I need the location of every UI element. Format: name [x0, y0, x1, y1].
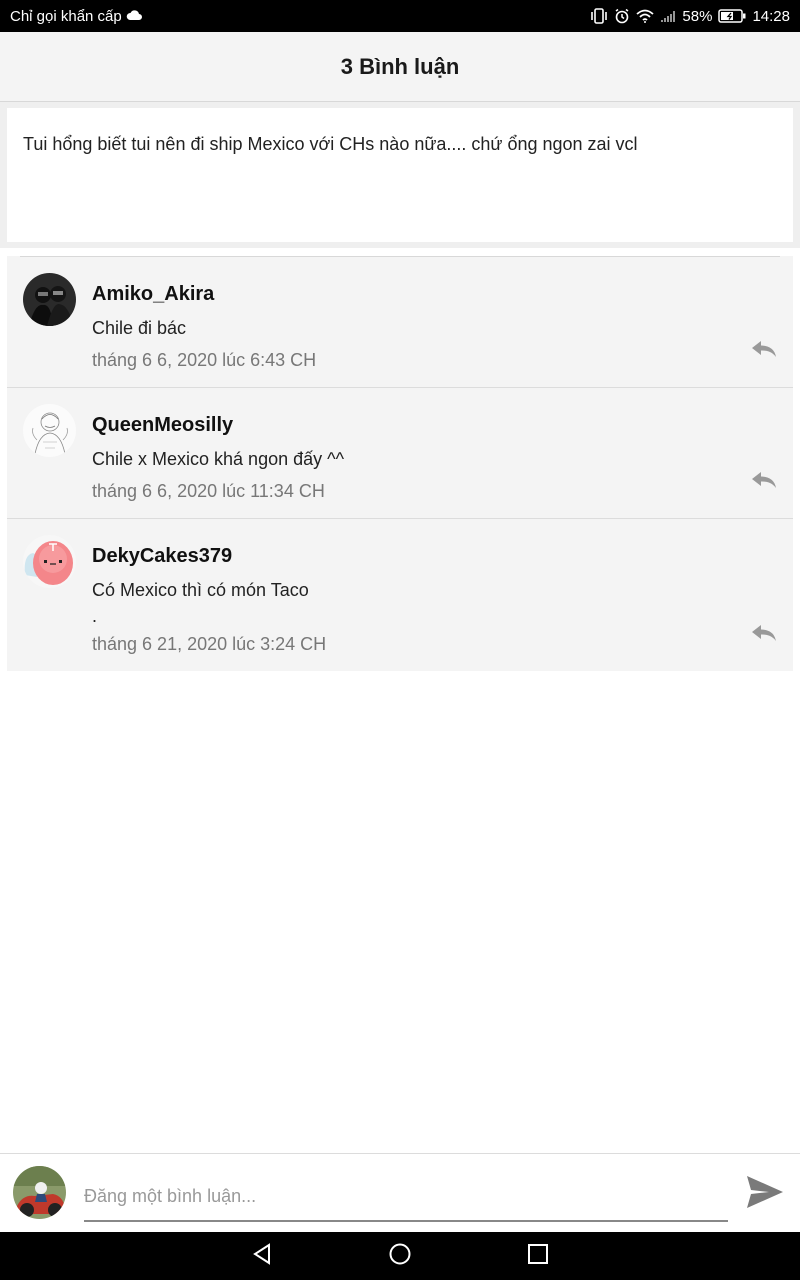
system-nav-bar — [0, 1232, 800, 1280]
avatar[interactable] — [23, 273, 76, 326]
recents-square-icon — [527, 1243, 549, 1270]
original-post: Tui hổng biết tui nên đi ship Mexico với… — [0, 102, 800, 248]
comment-timestamp: tháng 6 21, 2020 lúc 3:24 CH — [92, 634, 327, 654]
comment-input[interactable] — [84, 1172, 728, 1222]
comment-text: Chile đi bác — [92, 318, 187, 338]
post-text: Tui hổng biết tui nên đi ship Mexico với… — [7, 108, 793, 242]
back-button[interactable] — [193, 1232, 331, 1280]
reply-icon — [750, 624, 778, 647]
status-bar: Chỉ gọi khẩn cấp 58% 14:28 — [0, 0, 800, 32]
page-title: 3 Bình luận — [340, 53, 460, 79]
vibrate-icon — [590, 8, 608, 24]
alarm-icon — [614, 8, 630, 24]
header: 3 Bình luận — [0, 32, 800, 102]
avatar[interactable] — [23, 535, 76, 588]
reply-button[interactable] — [749, 340, 779, 363]
home-circle-icon — [388, 1242, 412, 1271]
comment-text: Chile x Mexico khá ngon đấy ^^ — [92, 449, 345, 469]
comment-author[interactable]: Amiko_Akira — [92, 283, 777, 305]
reply-button[interactable] — [749, 471, 779, 494]
reply-icon — [750, 471, 778, 494]
comment-compose-bar — [0, 1153, 800, 1232]
battery-icon — [718, 9, 746, 23]
reply-icon — [750, 340, 778, 363]
comment-item: QueenMeosilly Chile x Mexico khá ngon đấ… — [7, 388, 793, 519]
back-triangle-icon — [252, 1242, 272, 1270]
clock-time: 14:28 — [752, 7, 790, 25]
battery-percent: 58% — [682, 7, 713, 25]
send-button[interactable] — [745, 1174, 785, 1214]
comment-text-extra: . — [92, 606, 98, 626]
avatar[interactable] — [23, 404, 76, 457]
recents-button[interactable] — [469, 1232, 607, 1280]
comment-item: Amiko_Akira Chile đi bác tháng 6 6, 2020… — [7, 257, 793, 388]
comment-list: Amiko_Akira Chile đi bác tháng 6 6, 2020… — [7, 256, 793, 671]
cloud-icon — [126, 8, 142, 25]
home-button[interactable] — [331, 1232, 469, 1280]
reply-button[interactable] — [749, 624, 779, 647]
send-icon — [745, 1174, 785, 1215]
comment-author[interactable]: QueenMeosilly — [92, 414, 777, 436]
signal-icon — [660, 9, 676, 23]
comment-item: DekyCakes379 Có Mexico thì có món Taco .… — [7, 519, 793, 671]
comment-text: Có Mexico thì có món Taco — [92, 580, 309, 600]
comment-timestamp: tháng 6 6, 2020 lúc 11:34 CH — [92, 481, 325, 501]
comment-author[interactable]: DekyCakes379 — [92, 545, 777, 567]
carrier-text: Chỉ gọi khẩn cấp — [10, 7, 122, 25]
comment-timestamp: tháng 6 6, 2020 lúc 6:43 CH — [92, 350, 317, 370]
user-avatar[interactable] — [13, 1166, 66, 1219]
wifi-icon — [636, 9, 655, 23]
